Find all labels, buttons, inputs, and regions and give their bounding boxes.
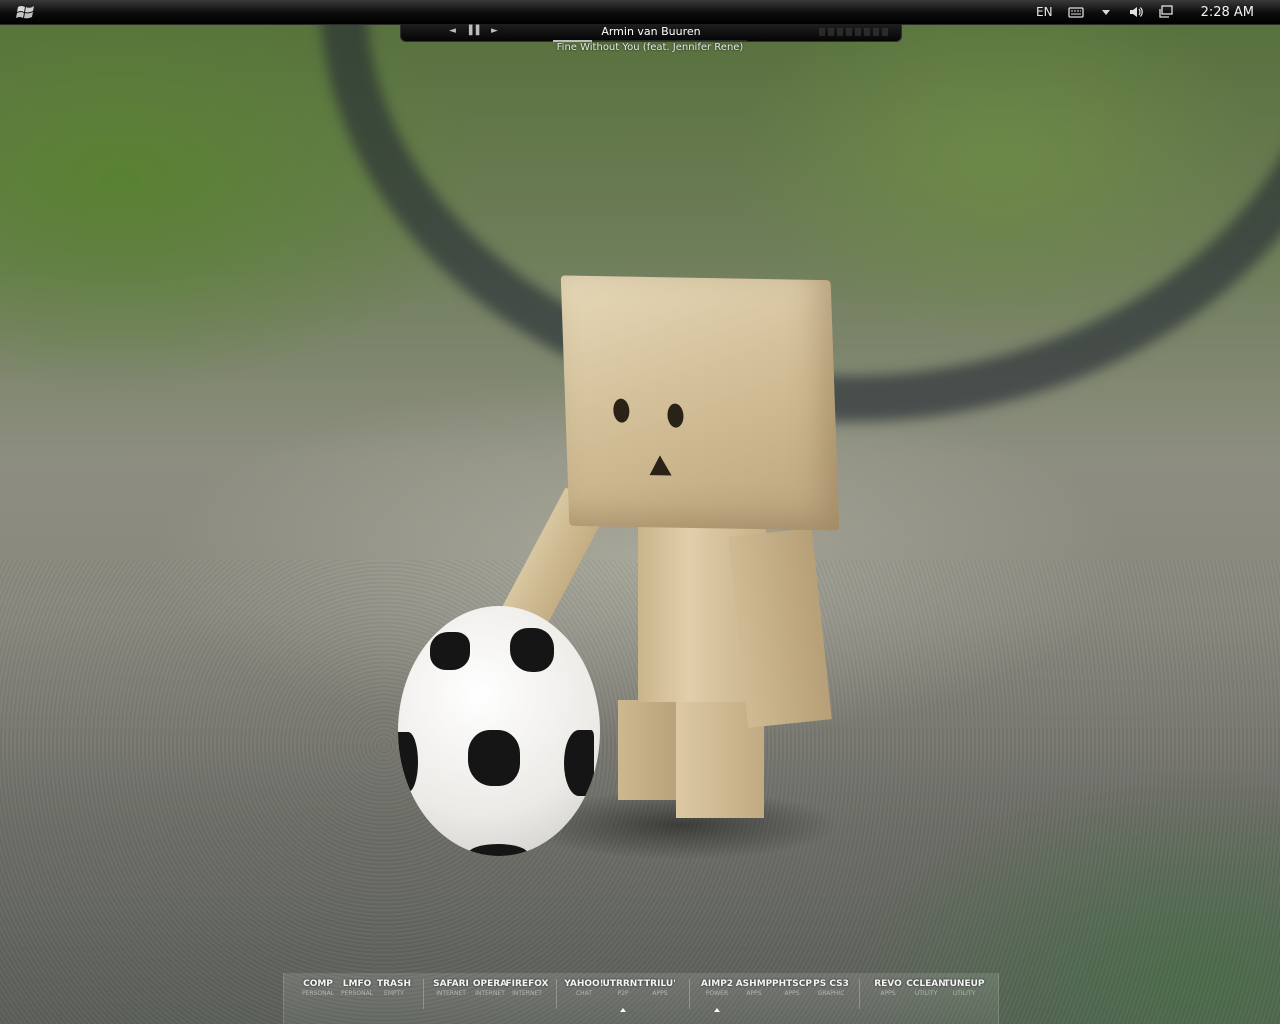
dock-item-category: INTERNET	[512, 990, 542, 997]
track-artist: Armin van Buuren	[601, 25, 701, 38]
keyboard-icon[interactable]	[1067, 4, 1085, 20]
dock-separator	[423, 979, 424, 1009]
dock-item-ps-cs3[interactable]: PS CS3 GRAPHIC	[801, 979, 861, 998]
pause-button[interactable]: ▌▌	[469, 26, 483, 36]
start-button[interactable]	[16, 3, 36, 21]
wallpaper-soccer-ball	[398, 606, 600, 856]
track-title: Fine Without You (feat. Jennifer Rene)	[556, 42, 744, 53]
wallpaper-danbo-eye	[612, 398, 630, 423]
dock-item-trilu[interactable]: TRILU' APPS	[630, 979, 690, 998]
dock-item-category: EMPTY	[384, 990, 404, 997]
chevron-down-icon[interactable]	[1097, 4, 1115, 20]
dock-item-firefox[interactable]: FIREFOX INTERNET	[497, 979, 557, 998]
system-clock[interactable]: 2:28 AM	[1201, 5, 1254, 20]
dock-item-label: TRILU'	[644, 979, 676, 989]
dock-separator	[556, 979, 557, 1009]
dock-item-label: PS CS3	[813, 979, 849, 989]
wallpaper-danbo-head	[560, 275, 840, 531]
dock-separator	[689, 979, 690, 1009]
desktop-wallpaper	[0, 0, 1280, 1024]
top-taskbar: EN 2:28 AM	[0, 0, 1280, 25]
running-indicator-icon	[620, 1008, 626, 1012]
dock-item-tuneup[interactable]: TUNEUP UTILITY	[934, 979, 994, 998]
speaker-icon[interactable]	[1127, 4, 1145, 20]
dock-item-label: TRASH	[376, 979, 412, 989]
dock-separator	[859, 979, 860, 1009]
player-visualizer	[819, 28, 889, 36]
dock-item-category: UTILITY	[952, 990, 976, 997]
wallpaper-danbo-mouth	[648, 455, 672, 476]
network-icon[interactable]	[1157, 4, 1175, 20]
wallpaper-danbo-leg	[618, 700, 678, 800]
wallpaper-danbo-eye	[667, 403, 684, 428]
next-track-button[interactable]: ►	[491, 26, 498, 36]
dock-item-trash[interactable]: TRASH EMPTY	[364, 979, 424, 998]
dock-item-category: APPS	[652, 990, 668, 997]
running-indicator-icon	[714, 1008, 720, 1012]
dock-item-label: FIREFOX	[505, 979, 549, 989]
system-tray: EN 2:28 AM	[1036, 0, 1280, 24]
language-indicator[interactable]: EN	[1036, 5, 1053, 19]
launcher-dock: COMP PERSONAL LMFO PERSONAL TRASH EMPTY SAFARI…	[283, 973, 999, 1024]
windows-logo-icon	[16, 6, 34, 19]
dock-item-category: GRAPHIC	[817, 990, 845, 997]
previous-track-button[interactable]: ◄	[449, 26, 456, 36]
dock-item-label: TUNEUP	[943, 979, 985, 989]
